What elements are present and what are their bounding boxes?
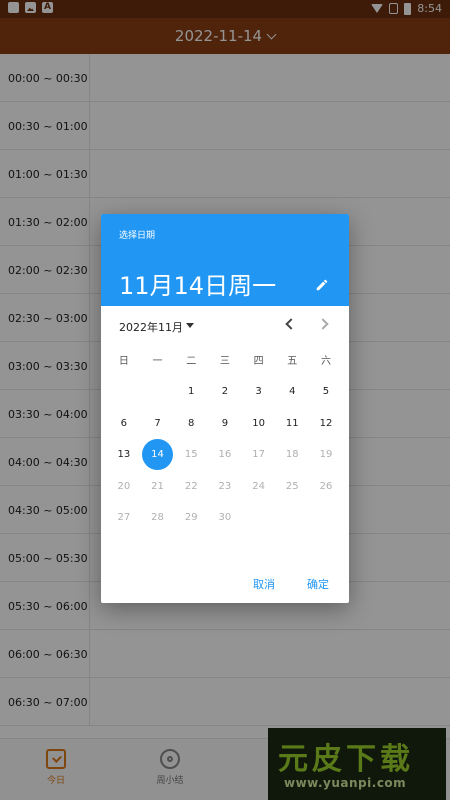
day-number: 9 — [221, 417, 229, 429]
empty-day-cell — [141, 376, 175, 408]
dialog-actions: 取消 确定 — [101, 576, 349, 596]
calendar-week: 13 14 15 16 17 18 19 — [107, 439, 343, 471]
calendar-day: 24 — [242, 471, 276, 503]
day-number: 23 — [218, 480, 232, 492]
month-bar: 2022年11月 — [101, 314, 349, 336]
calendar-day[interactable]: 6 — [107, 408, 141, 440]
screen: A 8:54 2022-11-14 00:00 ~ 00:30 00:30 ~ 0… — [0, 0, 450, 800]
date-picker-dialog: 选择日期 11月14日周一 2022年11月 日一二三四五六 123456789… — [101, 214, 349, 603]
day-number: 3 — [255, 386, 262, 398]
day-number: 4 — [289, 386, 296, 398]
day-number: 13 — [117, 449, 131, 461]
day-number: 22 — [184, 480, 198, 492]
calendar-day[interactable]: 7 — [141, 408, 175, 440]
day-number: 12 — [319, 417, 333, 429]
calendar-day: 16 — [208, 439, 242, 471]
day-number: 24 — [252, 480, 265, 492]
calendar-day[interactable]: 13 — [107, 439, 141, 471]
weekday-label: 二 — [186, 356, 197, 367]
day-number: 17 — [252, 449, 265, 461]
day-number: 1 — [188, 386, 195, 398]
calendar-day: 17 — [242, 439, 276, 471]
month-year-button[interactable]: 2022年11月 — [119, 319, 183, 335]
dialog-header: 选择日期 11月14日周一 — [101, 214, 349, 306]
weekday-label: 三 — [219, 356, 230, 367]
day-number: 15 — [184, 449, 198, 461]
calendar-day: 20 — [107, 471, 141, 503]
calendar-day: 25 — [275, 471, 309, 503]
calendar-week: 6 7 8 9 10 11 12 — [107, 408, 343, 440]
calendar-day[interactable]: 9 — [208, 408, 242, 440]
selected-date-display: 11月14日周一 — [119, 272, 277, 300]
dropdown-arrow-icon[interactable] — [186, 323, 194, 328]
day-number: 20 — [117, 480, 131, 492]
dialog-helper-text: 选择日期 — [119, 231, 156, 241]
chevron-right-icon[interactable] — [317, 318, 329, 330]
weekday-label: 六 — [320, 356, 331, 367]
empty-day-cell — [275, 502, 309, 534]
day-number: 11 — [285, 417, 299, 429]
weekday-label: 一 — [152, 356, 163, 367]
day-number: 26 — [319, 480, 333, 492]
calendar-day[interactable]: 5 — [309, 376, 343, 408]
calendar-day: 27 — [107, 502, 141, 534]
calendar-day[interactable]: 11 — [275, 408, 309, 440]
calendar-week: 20 21 22 23 24 25 26 — [107, 471, 343, 503]
cancel-button[interactable]: 取消 — [253, 576, 275, 592]
calendar-day[interactable]: 4 — [275, 376, 309, 408]
day-number: 25 — [285, 480, 299, 492]
day-number: 16 — [218, 449, 232, 461]
calendar-day: 30 — [208, 502, 242, 534]
calendar-day: 21 — [141, 471, 175, 503]
day-number: 18 — [285, 449, 299, 461]
weekday-label: 五 — [287, 356, 298, 367]
calendar-day[interactable]: 3 — [242, 376, 276, 408]
selected-day[interactable]: 14 — [141, 439, 175, 471]
day-number: 5 — [322, 386, 330, 398]
day-number: 29 — [184, 512, 198, 524]
day-number: 14 — [151, 449, 164, 461]
ok-button[interactable]: 确定 — [307, 576, 329, 592]
day-number: 7 — [154, 417, 161, 429]
calendar-day: 22 — [174, 471, 208, 503]
calendar-grid: 1 2 3 4 5 6 7 8 9 10 11 12 13 14 15 16 17 18 19 20 21 22 23 24 2… — [107, 376, 343, 534]
day-number: 19 — [319, 449, 333, 461]
empty-day-cell — [309, 502, 343, 534]
calendar-day[interactable]: 1 — [174, 376, 208, 408]
calendar-week: 27 28 29 30 — [107, 502, 343, 534]
weekday-header: 日一二三四五六 — [107, 352, 343, 367]
calendar-day[interactable]: 10 — [242, 408, 276, 440]
day-number: 2 — [221, 386, 229, 398]
calendar-day[interactable]: 8 — [174, 408, 208, 440]
pencil-icon[interactable] — [315, 278, 329, 292]
calendar-day: 28 — [141, 502, 175, 534]
empty-day-cell — [242, 502, 276, 534]
calendar-day: 18 — [275, 439, 309, 471]
empty-day-cell — [107, 376, 141, 408]
day-number: 10 — [252, 417, 265, 429]
calendar-day: 23 — [208, 471, 242, 503]
weekday-label: 日 — [118, 356, 129, 367]
day-number: 27 — [117, 512, 131, 524]
calendar-week: 1 2 3 4 5 — [107, 376, 343, 408]
day-number: 8 — [188, 417, 195, 429]
day-number: 30 — [218, 512, 232, 524]
calendar-day[interactable]: 12 — [309, 408, 343, 440]
weekday-label: 四 — [253, 356, 264, 367]
calendar-day: 15 — [174, 439, 208, 471]
calendar-day: 26 — [309, 471, 343, 503]
chevron-left-icon[interactable] — [285, 318, 297, 330]
day-number: 28 — [151, 512, 164, 524]
day-number: 21 — [151, 480, 164, 492]
day-number: 6 — [120, 417, 128, 429]
calendar-day: 29 — [174, 502, 208, 534]
calendar-day[interactable]: 2 — [208, 376, 242, 408]
calendar-day: 19 — [309, 439, 343, 471]
